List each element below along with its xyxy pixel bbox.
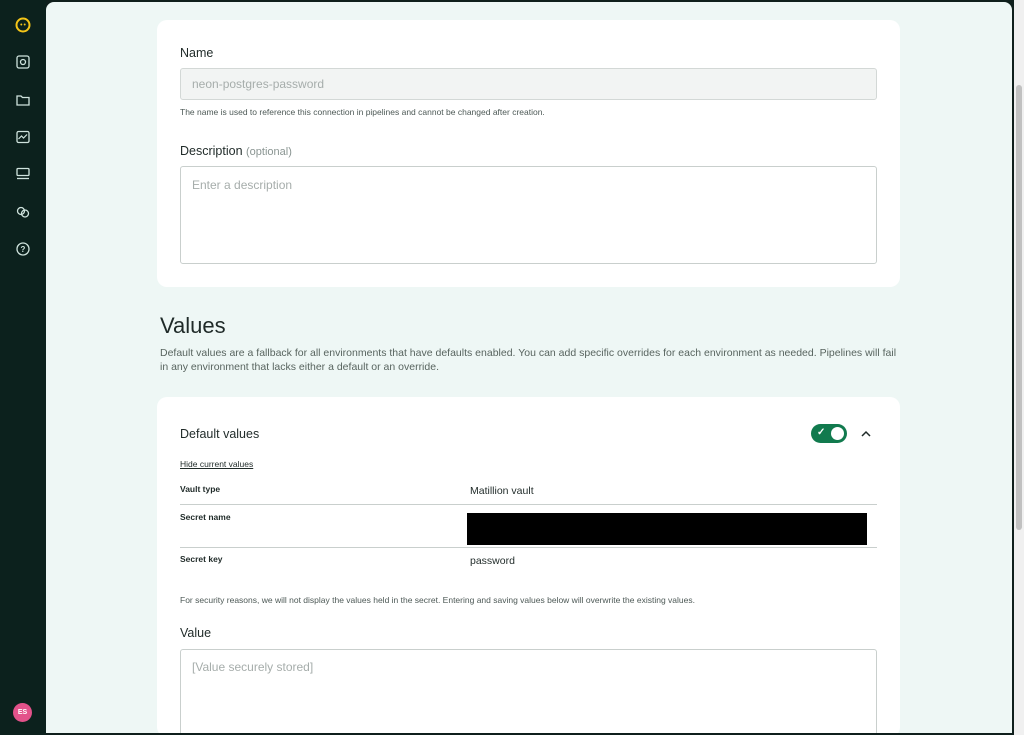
chevron-up-icon[interactable]: [859, 427, 873, 441]
description-label: Description (optional): [180, 144, 292, 158]
optional-tag: (optional): [246, 146, 292, 158]
logo-icon[interactable]: [14, 16, 32, 34]
vault-type-label: Vault type: [180, 484, 221, 494]
secret-key-label: Secret key: [180, 554, 223, 564]
main-content: Name neon-postgres-password The name is …: [46, 2, 1012, 733]
default-values-title: Default values: [180, 427, 260, 441]
redacted-secret-name: [467, 513, 867, 545]
value-input[interactable]: [Value securely stored]: [180, 649, 877, 733]
security-note: For security reasons, we will not displa…: [180, 595, 695, 605]
check-icon: ✓: [817, 427, 826, 438]
values-section-description: Default values are a fallback for all en…: [160, 347, 897, 373]
scrollbar-thumb[interactable]: [1016, 85, 1022, 530]
value-label: Value: [180, 626, 212, 640]
vault-type-value: Matillion vault: [470, 485, 534, 497]
scrollbar[interactable]: [1014, 0, 1024, 735]
sidebar: ? ES: [0, 0, 46, 735]
values-section-title: Values: [160, 313, 226, 338]
folder-icon[interactable]: [14, 91, 32, 109]
divider: [180, 504, 877, 505]
divider: [180, 547, 877, 548]
svg-text:?: ?: [21, 245, 26, 254]
avatar[interactable]: ES: [13, 703, 32, 722]
toggle-knob: [831, 427, 844, 440]
connection-details-card: Name neon-postgres-password The name is …: [157, 20, 900, 287]
pipelines-icon[interactable]: [14, 53, 32, 71]
default-values-card: Default values ✓ Hide current values Vau…: [157, 397, 900, 733]
monitor-icon[interactable]: [14, 128, 32, 146]
default-values-toggle[interactable]: ✓: [811, 424, 847, 443]
secret-key-value: password: [470, 555, 515, 567]
name-label: Name: [180, 46, 214, 60]
name-helper-text: The name is used to reference this conne…: [180, 107, 545, 117]
description-input[interactable]: Enter a description: [180, 166, 877, 264]
help-icon[interactable]: ?: [14, 240, 32, 258]
storage-icon[interactable]: [14, 165, 32, 183]
connections-icon[interactable]: [14, 203, 32, 221]
name-input[interactable]: neon-postgres-password: [180, 68, 877, 100]
secret-name-label: Secret name: [180, 512, 231, 522]
hide-current-values-link[interactable]: Hide current values: [180, 459, 253, 469]
